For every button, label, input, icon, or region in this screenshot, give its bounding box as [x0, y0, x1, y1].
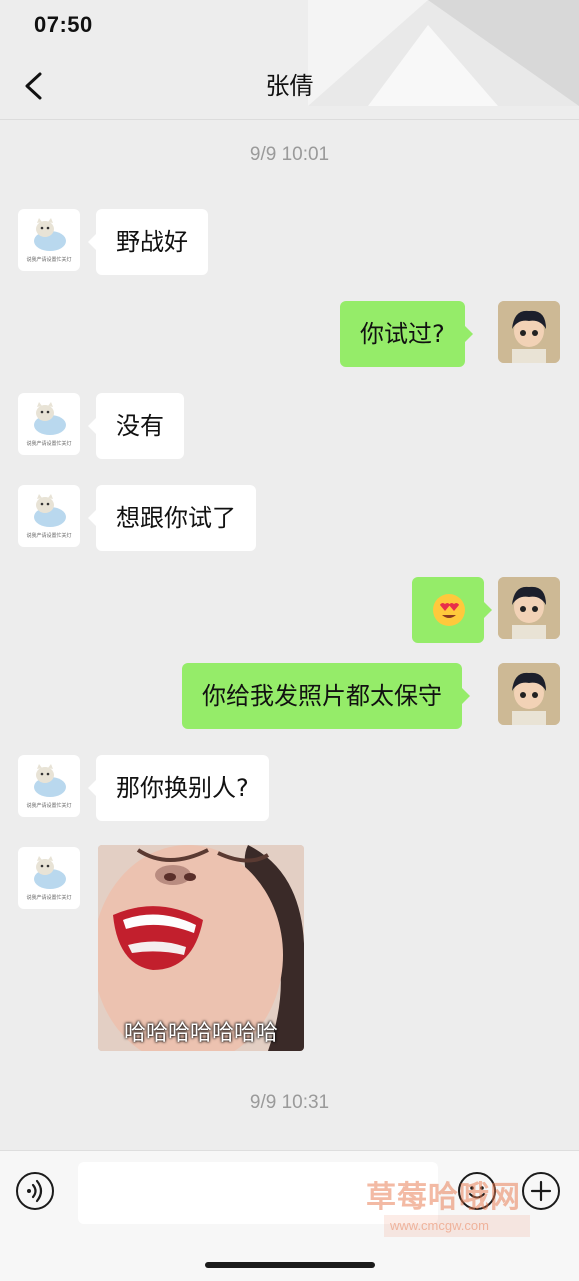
heart-eyes-emoji-icon — [433, 594, 465, 626]
bubble-tail — [88, 418, 96, 434]
message-bubble[interactable]: 你试过? — [340, 301, 473, 367]
my-avatar[interactable] — [498, 577, 560, 639]
header-divider — [0, 119, 579, 120]
cartoon-boy-avatar-icon — [498, 577, 560, 639]
voice-button[interactable] — [16, 1172, 54, 1210]
message-bubble[interactable]: 想跟你试了 — [88, 485, 256, 551]
contact-avatar[interactable]: 说我产请设置忙关灯 — [18, 209, 80, 271]
plus-icon — [530, 1180, 552, 1202]
cartoon-boy-avatar-icon — [498, 663, 560, 725]
bubble-tail — [484, 602, 492, 618]
avatar-caption: 说我产请设置忙关灯 — [26, 441, 72, 447]
avatar-caption: 说我产请设置忙关灯 — [26, 533, 72, 539]
bubble-tail — [464, 326, 473, 342]
message-bubble[interactable]: 野战好 — [88, 209, 208, 275]
timestamp: 9/9 10:31 — [249, 1092, 330, 1113]
message-bubble[interactable]: 你给我发照片都太保守 — [182, 663, 470, 729]
message-text: 野战好 — [116, 228, 188, 256]
contact-avatar[interactable]: 说我产请设置忙关灯 — [18, 485, 80, 547]
cartoon-boy-avatar-icon — [498, 301, 560, 363]
bubble-tail — [462, 688, 470, 704]
message-text: 那你换别人? — [116, 774, 249, 802]
laughing-sticker[interactable]: 哈哈哈哈哈哈哈 — [98, 845, 304, 1051]
avatar-caption: 说我产请设置忙关灯 — [26, 895, 72, 901]
message-bubble[interactable]: 那你换别人? — [88, 755, 269, 821]
contact-avatar[interactable]: 说我产请设置忙关灯 — [18, 847, 80, 909]
contact-name[interactable]: 张倩 — [0, 66, 579, 101]
status-time: 07:50 — [34, 12, 93, 37]
more-button[interactable] — [522, 1172, 560, 1210]
message-text: 想跟你试了 — [116, 504, 236, 532]
sticker-caption: 哈哈哈哈哈哈哈 — [123, 1021, 278, 1046]
emoji-message-bubble[interactable] — [412, 577, 492, 643]
my-avatar[interactable] — [498, 301, 560, 363]
avatar-caption: 说我产请设置忙关灯 — [26, 803, 72, 809]
contact-avatar[interactable]: 说我产请设置忙关灯 — [18, 755, 80, 817]
voice-icon — [27, 1179, 43, 1203]
avatar-caption: 说我产请设置忙关灯 — [26, 257, 72, 263]
watermark-url: www.cmcgw.com — [390, 1218, 489, 1233]
bubble-tail — [88, 510, 96, 526]
message-text: 你给我发照片都太保守 — [202, 682, 442, 710]
watermark-text: 草莓哈哦网 — [366, 1180, 521, 1215]
message-text: 你试过? — [360, 320, 445, 348]
contact-avatar[interactable]: 说我产请设置忙关灯 — [18, 393, 80, 455]
bubble-tail — [88, 780, 96, 796]
bubble-tail — [88, 234, 96, 250]
home-indicator[interactable] — [205, 1262, 375, 1268]
timestamp: 9/9 10:01 — [249, 144, 330, 165]
message-text: 没有 — [116, 412, 164, 440]
message-bubble[interactable]: 没有 — [88, 393, 184, 459]
my-avatar[interactable] — [498, 663, 560, 725]
